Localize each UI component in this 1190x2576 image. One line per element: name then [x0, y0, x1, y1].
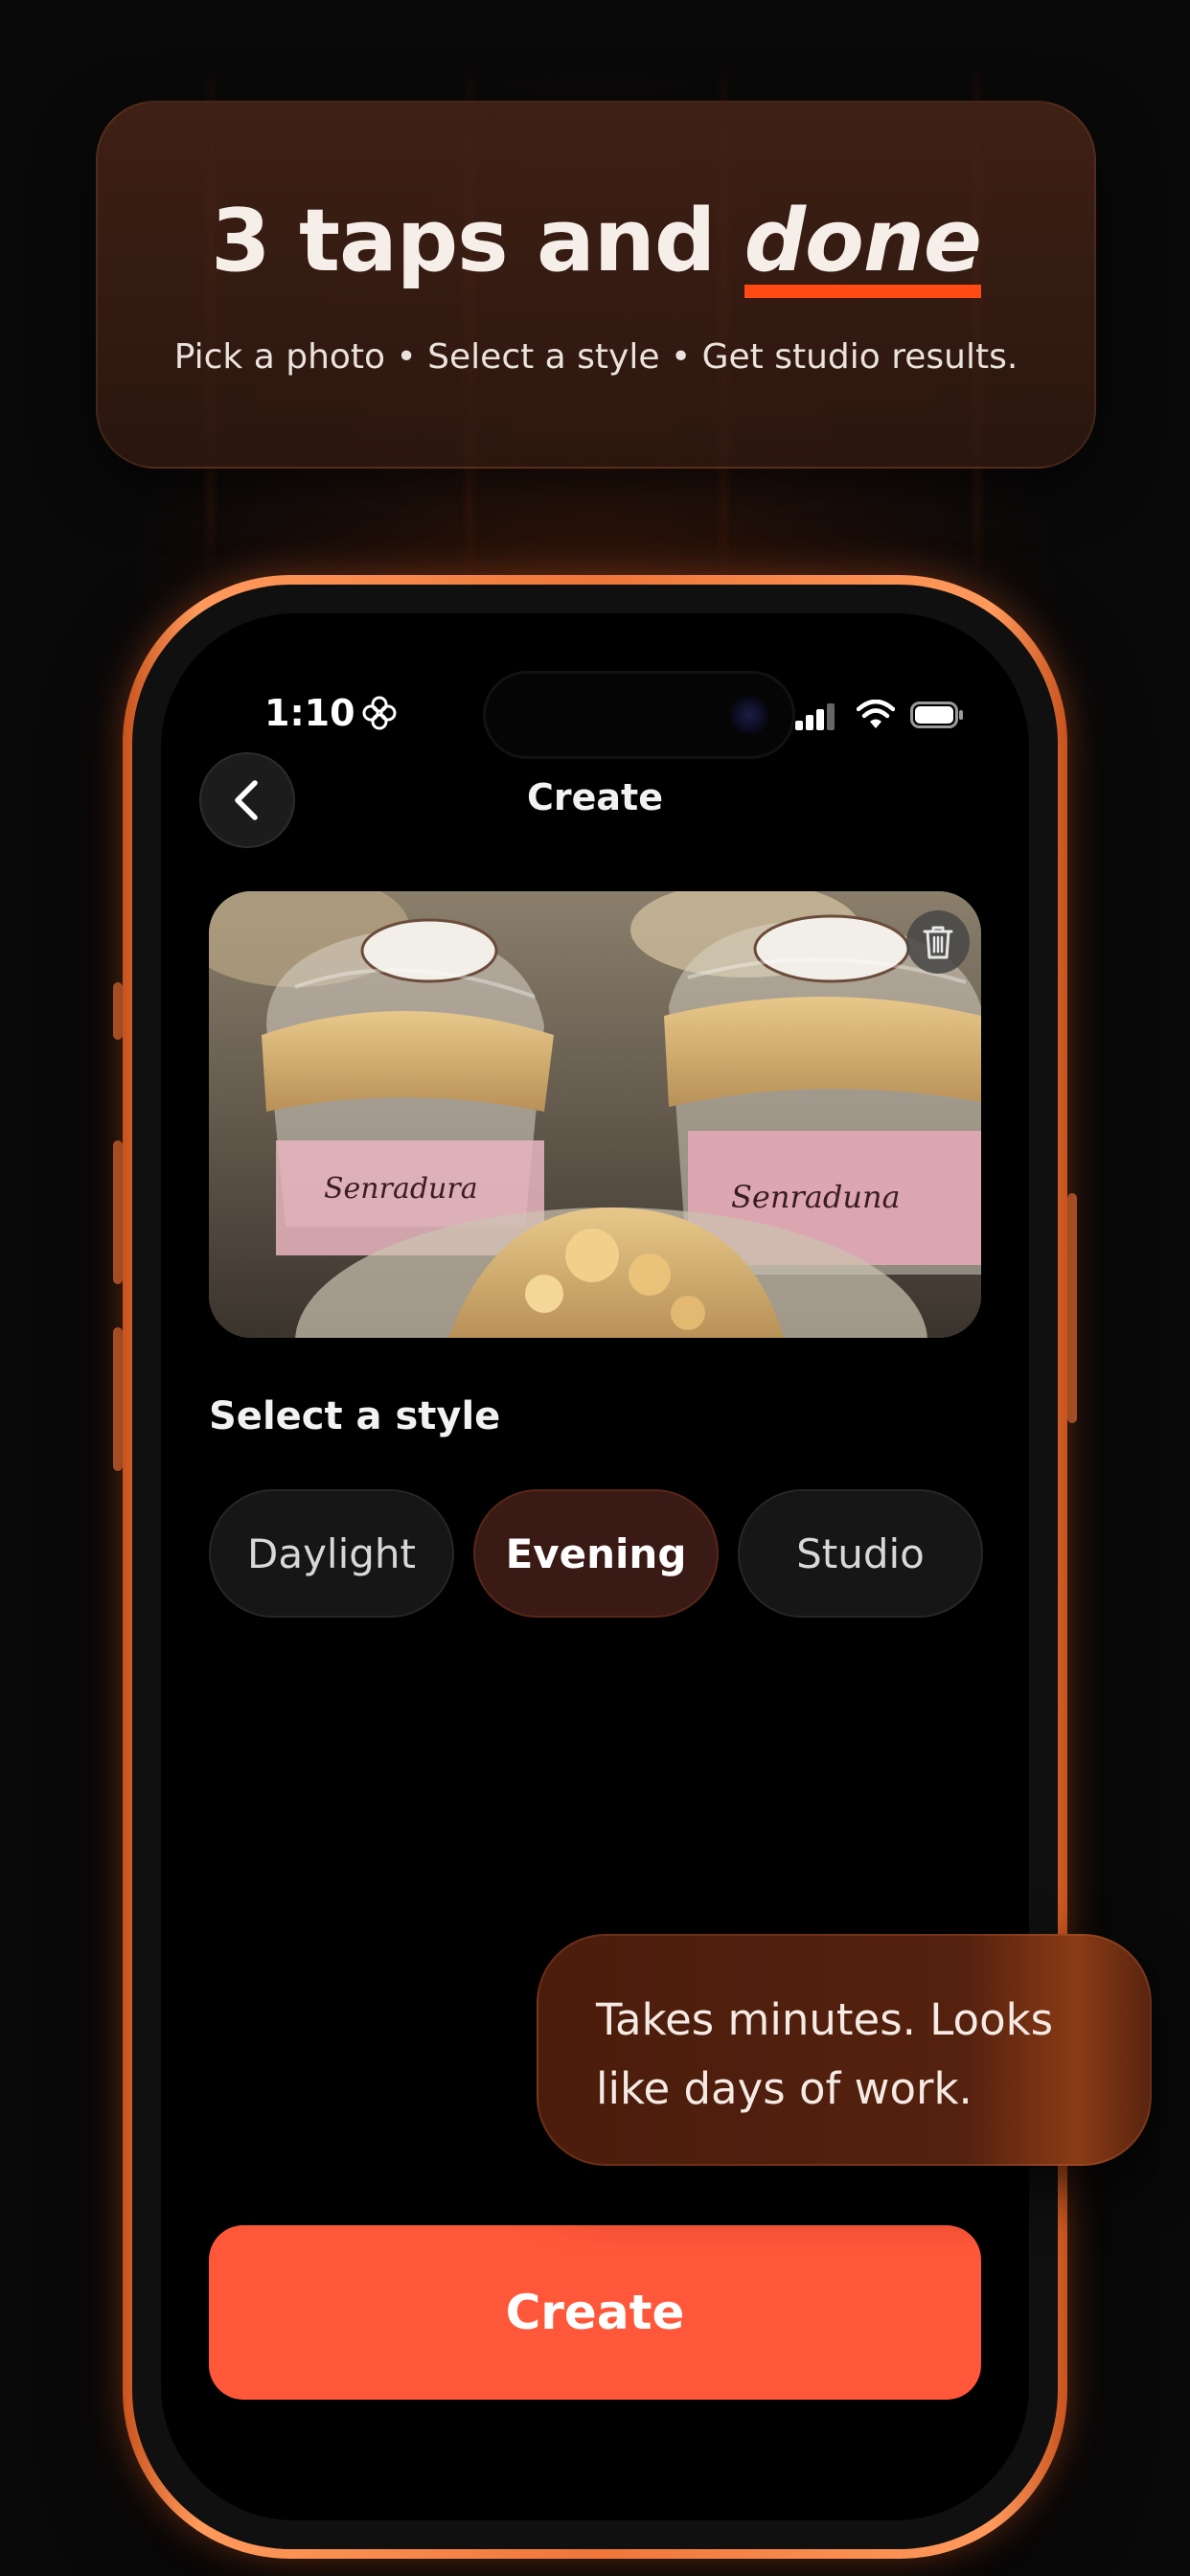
style-chip-evening[interactable]: Evening: [473, 1489, 719, 1618]
phone-volume-up-button: [113, 1140, 123, 1284]
phone-bezel: 1:10 Create Senradura Senraduna Select a…: [132, 585, 1058, 2549]
phone-frame: 1:10 Create Senradura Senraduna Select a…: [123, 575, 1067, 2559]
dessert-cups-image: Senradura Senraduna: [209, 891, 981, 1338]
headline-title: 3 taps and done: [98, 191, 1094, 298]
selected-photo: Senradura Senraduna: [209, 891, 981, 1338]
style-chip-studio[interactable]: Studio: [738, 1489, 983, 1618]
flower-icon: [362, 696, 397, 730]
headline-card: 3 taps and done Pick a photo • Select a …: [96, 101, 1096, 469]
tooltip-text: Takes minutes. Looks like days of work.: [596, 1994, 1054, 2114]
phone-screen: 1:10 Create Senradura Senraduna Select a…: [161, 613, 1029, 2520]
create-button[interactable]: Create: [209, 2225, 981, 2400]
tooltip-bubble: Takes minutes. Looks like days of work.: [537, 1934, 1152, 2166]
phone-action-button: [113, 982, 123, 1040]
promo-page: 3 taps and done Pick a photo • Select a …: [0, 0, 1190, 2576]
page-title: Create: [527, 776, 663, 818]
trash-icon: [923, 926, 953, 959]
cellular-signal-icon: [795, 703, 835, 730]
status-time: 1:10: [264, 692, 355, 734]
delete-photo-button[interactable]: [906, 910, 970, 974]
front-camera: [728, 694, 770, 736]
svg-text:Senradura: Senradura: [324, 1172, 478, 1206]
headline-title-emphasis: done: [744, 198, 982, 298]
phone-volume-down-button: [113, 1327, 123, 1471]
style-section-label: Select a style: [209, 1394, 501, 1438]
headline-title-main: 3 taps and: [211, 191, 744, 291]
style-chip-daylight[interactable]: Daylight: [209, 1489, 454, 1618]
battery-icon: [910, 702, 963, 728]
dynamic-island: [483, 671, 795, 759]
svg-text:Senraduna: Senraduna: [731, 1179, 901, 1215]
wifi-icon: [857, 700, 895, 728]
phone-power-button: [1067, 1193, 1077, 1423]
headline-subtitle: Pick a photo • Select a style • Get stud…: [173, 337, 1018, 377]
